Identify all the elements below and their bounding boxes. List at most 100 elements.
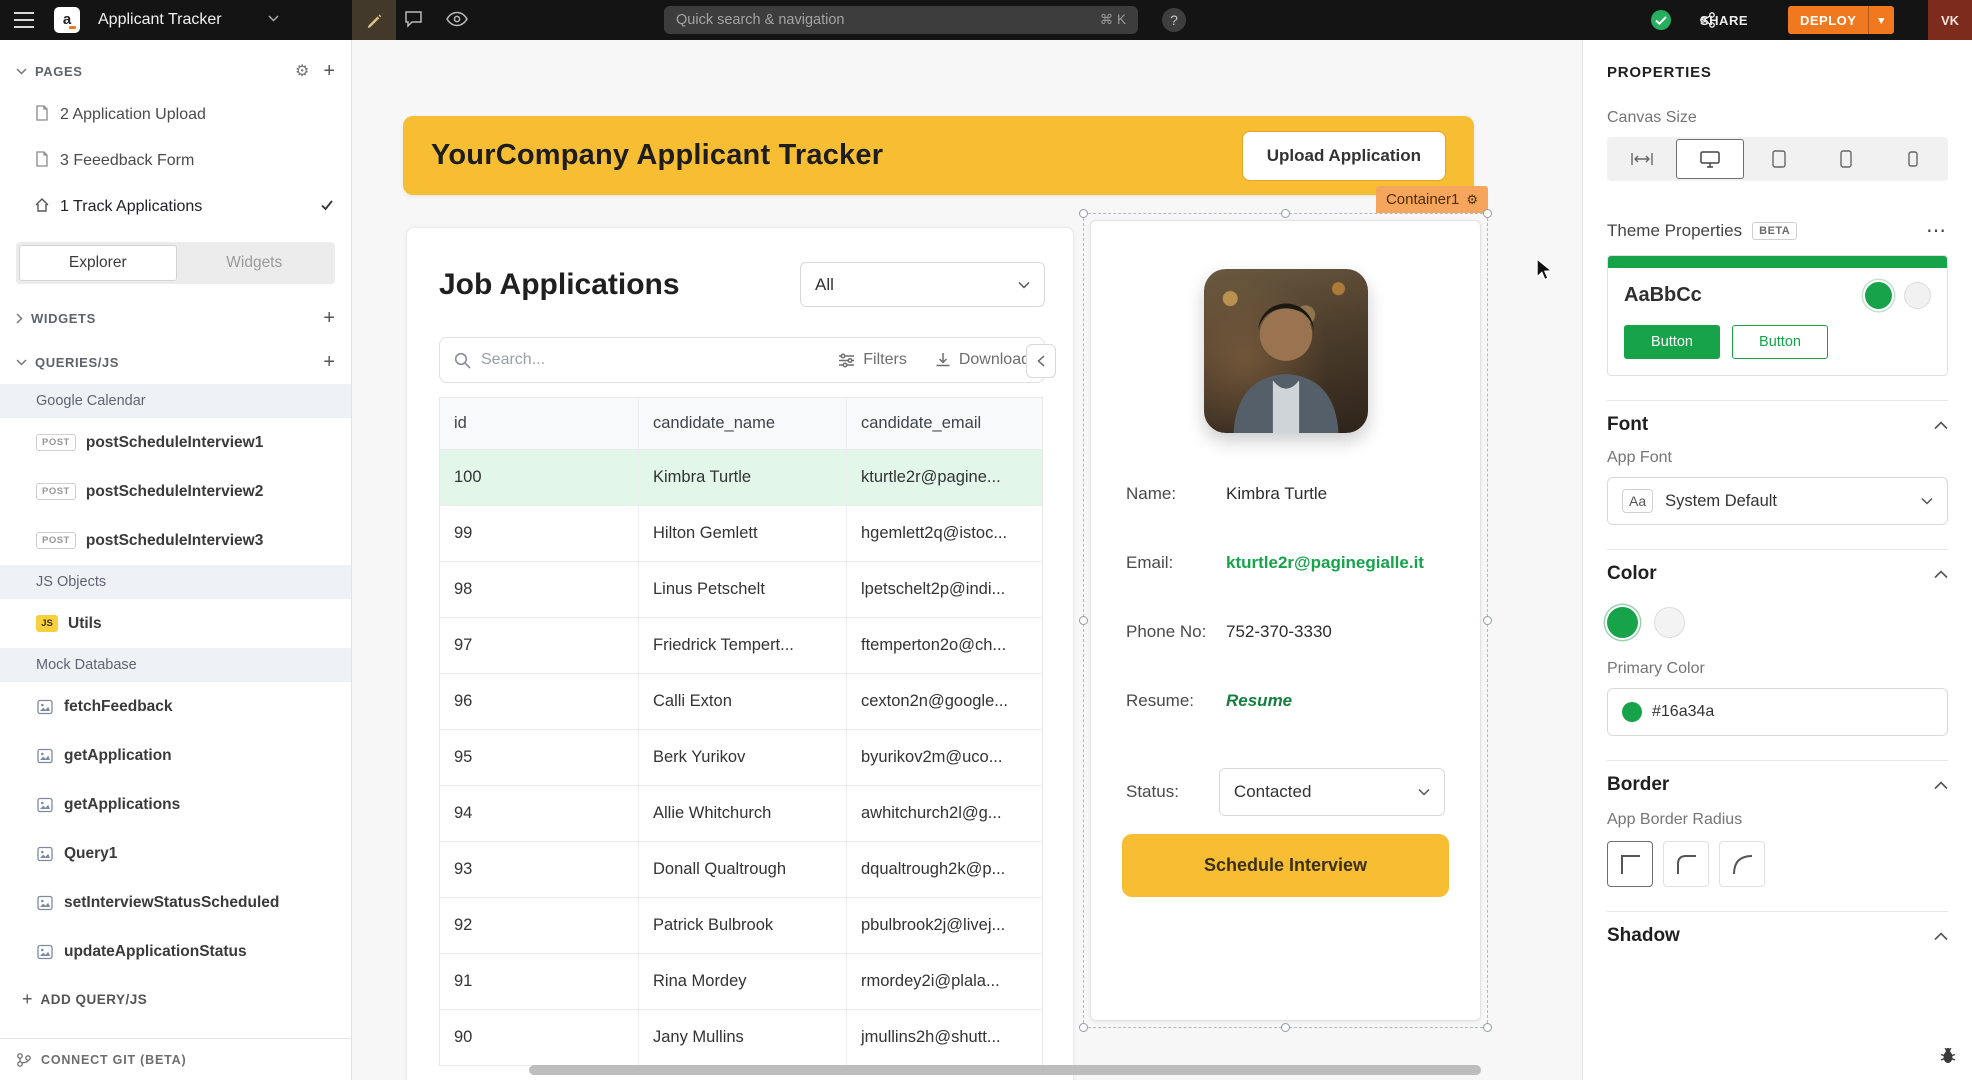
schedule-interview-button[interactable]: Schedule Interview — [1122, 834, 1449, 897]
horizontal-scrollbar[interactable] — [529, 1065, 1481, 1075]
filters-button[interactable]: Filters — [838, 351, 907, 369]
debug-bug-icon[interactable] — [1938, 1045, 1958, 1070]
deploy-caret-icon[interactable]: ▾ — [1869, 14, 1893, 27]
app-title[interactable]: Applicant Tracker — [98, 11, 222, 29]
table-row[interactable]: 90Jany Mullinsjmullins2h@shutt... — [440, 1010, 1042, 1066]
table-row[interactable]: 92Patrick Bulbrookpbulbrook2j@livej... — [440, 898, 1042, 954]
theme-button-filled-preview[interactable]: Button — [1624, 325, 1720, 359]
query-icon — [36, 796, 54, 814]
caret-down-icon[interactable] — [16, 68, 27, 75]
radius-rounded-button[interactable] — [1663, 841, 1709, 887]
add-query-js-button[interactable]: + ADD QUERY/JS — [0, 976, 351, 1022]
column-header-id[interactable]: id — [440, 398, 638, 449]
table-row[interactable]: 93Donall Qualtroughdqualtrough2k@p... — [440, 842, 1042, 898]
user-avatar[interactable]: VK — [1928, 0, 1972, 40]
query-item[interactable]: fetchFeedback — [0, 682, 351, 731]
color-section-header[interactable]: Color — [1607, 550, 1948, 598]
query-item[interactable]: JSUtils — [0, 599, 351, 648]
primary-color-field[interactable]: #16a34a — [1607, 688, 1948, 736]
theme-color-primary-swatch[interactable] — [1865, 282, 1892, 309]
query-item[interactable]: POSTpostScheduleInterview1 — [0, 418, 351, 467]
tab-explorer[interactable]: Explorer — [19, 245, 177, 281]
sidebar-item-page[interactable]: 3 Feeedback Form — [0, 138, 351, 184]
white-color-swatch[interactable] — [1654, 607, 1685, 638]
add-query-icon[interactable]: + — [323, 352, 335, 372]
pages-header: PAGES — [35, 64, 83, 79]
edit-mode-button[interactable] — [352, 0, 396, 40]
border-section-header[interactable]: Border — [1607, 761, 1948, 809]
pages-settings-icon[interactable]: ⚙ — [295, 61, 309, 81]
theme-button-outline-preview[interactable]: Button — [1732, 325, 1828, 359]
query-item[interactable]: updateApplicationStatus — [0, 927, 351, 976]
query-item[interactable]: getApplication — [0, 731, 351, 780]
tab-widgets[interactable]: Widgets — [177, 245, 333, 281]
help-button[interactable]: ? — [1162, 8, 1186, 32]
query-item[interactable]: POSTpostScheduleInterview2 — [0, 467, 351, 516]
radius-curve-button[interactable] — [1719, 841, 1765, 887]
quick-search[interactable]: Quick search & navigation ⌘ K — [664, 6, 1138, 34]
container-widget-tag[interactable]: Container1 ⚙ — [1376, 186, 1488, 213]
table-row[interactable]: 100Kimbra Turtlekturtle2r@pagine... — [440, 450, 1042, 506]
table-row[interactable]: 94Allie Whitchurchawhitchurch2l@g... — [440, 786, 1042, 842]
resize-handle[interactable] — [1079, 1023, 1088, 1032]
resize-handle[interactable] — [1483, 209, 1492, 218]
status-select[interactable]: Contacted — [1219, 768, 1445, 816]
deploy-button[interactable]: DEPLOY ▾ — [1788, 6, 1894, 34]
query-item[interactable]: getApplications — [0, 780, 351, 829]
resize-handle[interactable] — [1281, 209, 1290, 218]
resize-handle[interactable] — [1079, 616, 1088, 625]
doc-icon — [34, 105, 50, 126]
sidebar-item-page[interactable]: 1 Track Applications — [0, 184, 351, 230]
app-logo[interactable]: a — [54, 7, 80, 33]
theme-color-secondary-swatch[interactable] — [1904, 282, 1931, 309]
field-label: Name: — [1126, 483, 1226, 504]
resize-handle[interactable] — [1079, 209, 1088, 218]
add-page-icon[interactable]: + — [323, 61, 335, 81]
green-color-swatch[interactable] — [1607, 607, 1638, 638]
cell-candidate-email: jmullins2h@shutt... — [846, 1010, 1042, 1065]
status-filter-select[interactable]: All — [800, 262, 1045, 307]
field-value[interactable]: Resume — [1226, 691, 1292, 711]
table-row[interactable]: 97Friedrick Tempert...ftemperton2o@ch... — [440, 618, 1042, 674]
desktop-size-button[interactable] — [1676, 139, 1743, 179]
column-header-email[interactable]: candidate_email — [846, 398, 1042, 449]
mobile-size-button[interactable] — [1881, 139, 1946, 179]
widget-settings-icon[interactable]: ⚙ — [1466, 192, 1478, 208]
query-item[interactable]: setInterviewStatusScheduled — [0, 878, 351, 927]
cell-candidate-email: pbulbrook2j@livej... — [846, 898, 1042, 953]
upload-application-button[interactable]: Upload Application — [1242, 131, 1446, 181]
field-value[interactable]: kturtle2r@paginegialle.it — [1226, 553, 1424, 573]
mobile-large-size-button[interactable] — [1813, 139, 1878, 179]
tablet-size-button[interactable] — [1746, 139, 1811, 179]
top-bar: a Applicant Tracker Quick search & navig… — [0, 0, 1972, 40]
table-row[interactable]: 91Rina Mordeyrmordey2i@plala... — [440, 954, 1042, 1010]
queries-header-row[interactable]: QUERIES/JS + — [0, 340, 351, 384]
widgets-header-row[interactable]: WIDGETS + — [0, 296, 351, 340]
table-row[interactable]: 98Linus Petscheltlpetschelt2p@indi... — [440, 562, 1042, 618]
sidebar-item-page[interactable]: 2 Application Upload — [0, 92, 351, 138]
fluid-width-button[interactable] — [1609, 139, 1674, 179]
app-font-select[interactable]: Aa System Default — [1607, 477, 1948, 525]
table-row[interactable]: 95Berk Yurikovbyurikov2m@uco... — [440, 730, 1042, 786]
header-banner-widget[interactable]: YourCompany Applicant Tracker Upload App… — [403, 116, 1474, 195]
column-header-name[interactable]: candidate_name — [638, 398, 846, 449]
query-item[interactable]: Query1 — [0, 829, 351, 878]
candidate-detail-container[interactable]: Name:Kimbra TurtleEmail:kturtle2r@pagine… — [1090, 220, 1481, 1021]
add-widget-icon[interactable]: + — [323, 308, 335, 328]
download-button[interactable]: Download — [935, 351, 1030, 369]
connect-git-button[interactable]: CONNECT GIT (BETA) — [0, 1038, 351, 1080]
hamburger-menu-icon[interactable] — [14, 11, 34, 29]
collapse-panel-button[interactable] — [1026, 344, 1056, 378]
applications-table: id candidate_name candidate_email 100Kim… — [439, 397, 1043, 1066]
shadow-section-header[interactable]: Shadow — [1607, 912, 1948, 960]
table-search-input[interactable] — [481, 351, 810, 369]
resize-handle[interactable] — [1483, 1023, 1492, 1032]
radius-sharp-button[interactable] — [1607, 841, 1653, 887]
query-item[interactable]: POSTpostScheduleInterview3 — [0, 516, 351, 565]
table-row[interactable]: 96Calli Extoncexton2n@google... — [440, 674, 1042, 730]
share-button[interactable]: SHARE — [1700, 12, 1715, 28]
font-section-header[interactable]: Font — [1607, 401, 1948, 449]
resize-handle[interactable] — [1483, 616, 1492, 625]
resize-handle[interactable] — [1281, 1023, 1290, 1032]
table-row[interactable]: 99Hilton Gemletthgemlett2q@istoc... — [440, 506, 1042, 562]
